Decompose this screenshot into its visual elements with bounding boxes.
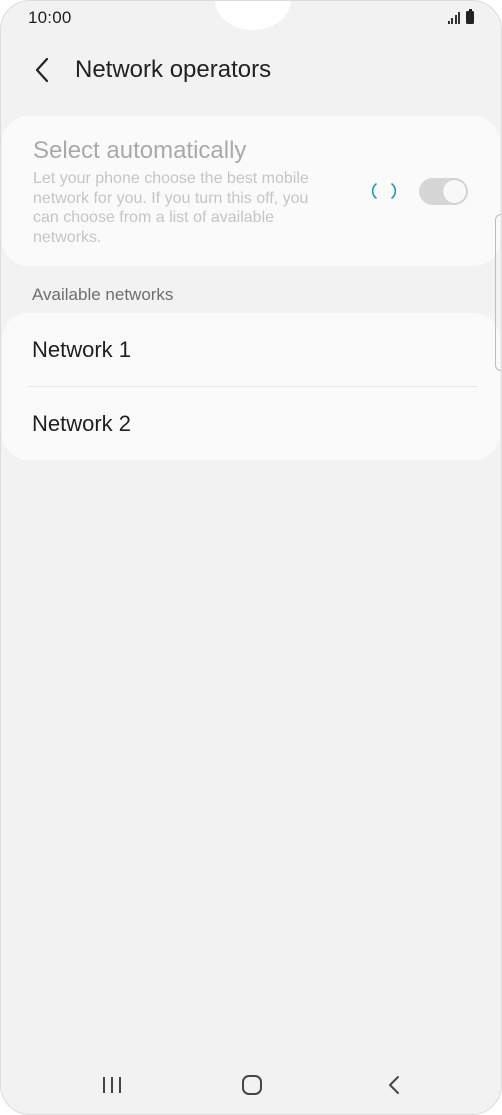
network-item-label: Network 2	[32, 411, 132, 436]
header: Network operators	[1, 45, 501, 95]
signal-icon	[447, 12, 460, 24]
back-button[interactable]	[27, 53, 61, 87]
select-automatically-description: Let your phone choose the best mobile ne…	[33, 170, 309, 246]
chevron-left-icon	[35, 57, 49, 83]
navigation-bar	[1, 1056, 501, 1112]
phone-screen: 10:00 Network operators Select automatic…	[0, 0, 502, 1115]
networks-list: Network 1 Network 2	[2, 313, 500, 460]
page-title: Network operators	[75, 56, 272, 83]
toggle-knob	[442, 179, 467, 204]
select-automatically-title: Select automatically	[33, 137, 247, 164]
nav-back-button[interactable]	[374, 1070, 414, 1100]
status-time: 10:00	[28, 8, 72, 27]
available-networks-label: Available networks	[32, 285, 174, 304]
network-item-1[interactable]: Network 1	[2, 313, 500, 386]
network-item-2[interactable]: Network 2	[2, 387, 500, 460]
loading-spinner-icon	[371, 183, 397, 199]
status-bar: 10:00	[1, 1, 501, 35]
scroll-indicator	[495, 214, 501, 371]
status-icons	[447, 9, 474, 24]
recents-button[interactable]	[92, 1070, 132, 1100]
battery-icon	[466, 9, 474, 24]
network-item-label: Network 1	[32, 337, 132, 362]
recents-icon	[103, 1077, 121, 1093]
back-icon	[389, 1076, 399, 1094]
select-automatically-toggle[interactable]	[419, 178, 468, 205]
home-icon	[242, 1075, 262, 1095]
home-button[interactable]	[232, 1070, 272, 1100]
